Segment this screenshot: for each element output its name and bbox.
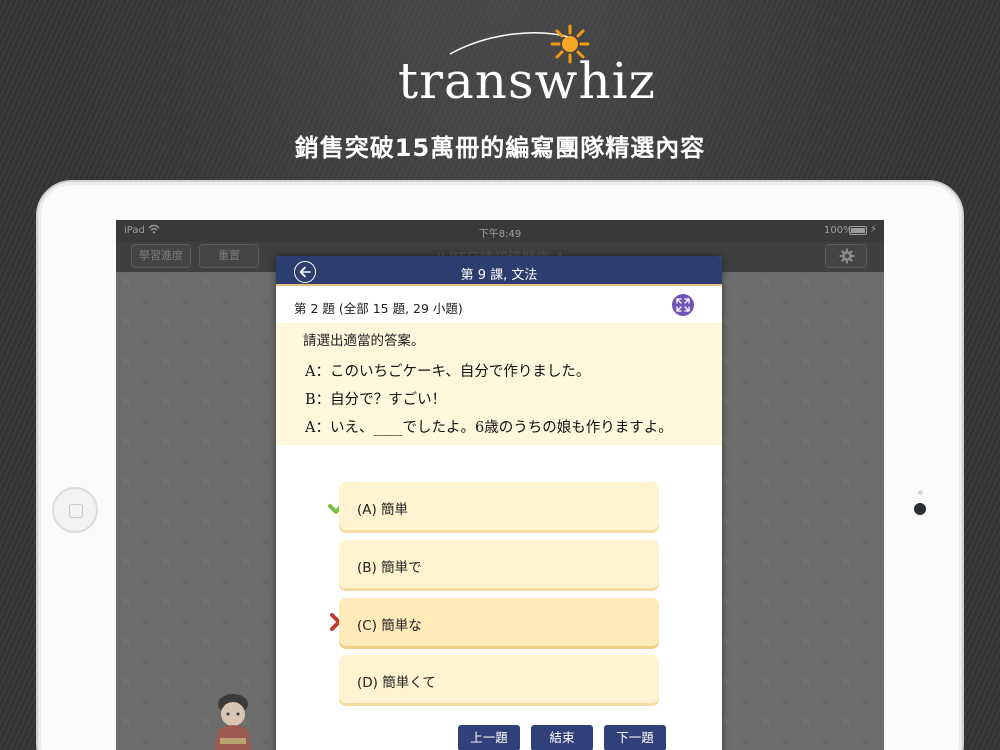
- gear-icon: [839, 248, 855, 264]
- answer-option-a[interactable]: (A) 簡単: [339, 482, 659, 530]
- option-label: (C) 簡単な: [357, 618, 422, 634]
- answer-option-c[interactable]: (C) 簡単な: [339, 598, 659, 646]
- charge-icon: ⚡: [870, 224, 878, 235]
- sun-icon: [550, 24, 590, 64]
- quiz-header: 第 9 課, 文法: [276, 256, 722, 286]
- battery-icon: [849, 226, 867, 235]
- kimono-girl-illustration: [214, 694, 252, 750]
- question-instruction: 請選出適當的答案。: [303, 333, 425, 349]
- fullscreen-icon: [676, 298, 690, 312]
- question-box: 請選出適當的答案。 A：このいちごケーキ、自分で作りました。 B：自分で？すごい…: [276, 323, 722, 445]
- settings-button[interactable]: [825, 244, 867, 268]
- dialogue-line: B：自分で？すごい！: [305, 392, 447, 408]
- option-label: (D) 簡単くて: [357, 675, 436, 691]
- status-time: 下午8:49: [478, 229, 522, 240]
- brand-name: transwhiz: [398, 52, 656, 110]
- end-quiz-button[interactable]: 結束: [531, 725, 593, 750]
- prev-question-button[interactable]: 上一題: [458, 725, 520, 750]
- answer-option-b[interactable]: (B) 簡単で: [339, 540, 659, 588]
- next-question-button[interactable]: 下一題: [604, 725, 666, 750]
- status-bar: iPad 下午8:49 100% ⚡: [116, 220, 884, 242]
- tagline: 銷售突破15萬冊的編寫團隊精選內容: [294, 134, 706, 162]
- dialogue-line: A：いえ、____でしたよ。6歳のうちの娘も作りますよ。: [305, 420, 673, 436]
- question-meta: 第 2 題 (全部 15 題, 29 小題): [294, 301, 463, 316]
- quiz-panel: 第 9 課, 文法 第 2 題 (全部 15 題, 29 小題) 請選出適當的答…: [276, 256, 722, 750]
- transwhiz-logo: transwhiz: [390, 18, 655, 108]
- ipad-screen: iPad 下午8:49 100% ⚡ 學習進度 重置 JLPT日語初級題庫 4: [116, 220, 884, 750]
- front-camera: [914, 503, 926, 515]
- dialogue-line: A：このいちごケーキ、自分で作りました。: [305, 364, 591, 380]
- fullscreen-button[interactable]: [672, 294, 694, 316]
- option-label: (A) 簡単: [357, 502, 409, 518]
- home-button[interactable]: [52, 487, 98, 533]
- answer-option-d[interactable]: (D) 簡単くて: [339, 655, 659, 703]
- quiz-title: 第 9 課, 文法: [460, 268, 538, 283]
- ambient-sensor: [918, 490, 923, 495]
- option-label: (B) 簡単で: [357, 560, 422, 576]
